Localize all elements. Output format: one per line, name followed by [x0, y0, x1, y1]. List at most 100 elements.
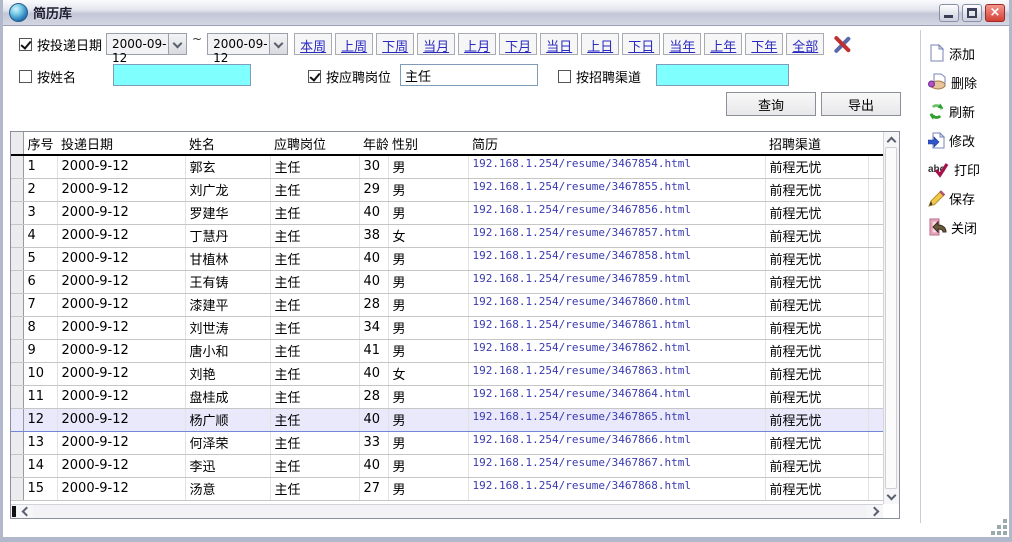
- row-indicator[interactable]: [11, 454, 23, 477]
- chevron-down-icon[interactable]: [168, 34, 186, 54]
- cell-position: 主任: [270, 477, 359, 500]
- table-row[interactable]: 112000-9-12盘桂成主任28男192.168.1.254/resume/…: [11, 385, 883, 408]
- add-button[interactable]: 添加: [928, 42, 1006, 64]
- by-name-checkbox[interactable]: [19, 70, 32, 83]
- row-indicator[interactable]: [11, 408, 23, 431]
- refresh-button[interactable]: 刷新: [928, 100, 1006, 122]
- channel-filter-input[interactable]: [656, 64, 789, 86]
- minimize-button[interactable]: [939, 4, 959, 22]
- quick-date-button-1[interactable]: 本周: [294, 33, 332, 55]
- export-button[interactable]: 导出: [821, 92, 901, 116]
- chevron-down-icon[interactable]: [269, 34, 287, 54]
- resume-link[interactable]: 192.168.1.254/resume/3467857.html: [473, 225, 761, 239]
- table-row[interactable]: 42000-9-12丁慧丹主任38女192.168.1.254/resume/3…: [11, 224, 883, 247]
- row-indicator[interactable]: [11, 201, 23, 224]
- delete-button[interactable]: 删除: [928, 71, 1006, 93]
- scroll-down-button[interactable]: [884, 489, 899, 504]
- resume-link[interactable]: 192.168.1.254/resume/3467863.html: [473, 363, 761, 377]
- resize-grip[interactable]: [1003, 531, 1007, 535]
- resume-link[interactable]: 192.168.1.254/resume/3467859.html: [473, 271, 761, 285]
- quick-date-button-3[interactable]: 下周: [376, 33, 414, 55]
- row-indicator[interactable]: [11, 362, 23, 385]
- table-row[interactable]: 52000-9-12甘植林主任40男192.168.1.254/resume/3…: [11, 247, 883, 270]
- column-header-1[interactable]: 序号: [23, 132, 57, 155]
- table-row[interactable]: 122000-9-12杨广顺主任40男192.168.1.254/resume/…: [11, 408, 883, 431]
- query-button[interactable]: 查询: [726, 92, 816, 116]
- modify-button[interactable]: 修改: [928, 129, 1006, 151]
- resume-link[interactable]: 192.168.1.254/resume/3467856.html: [473, 202, 761, 216]
- column-header-4[interactable]: 应聘岗位: [270, 132, 359, 155]
- table-row[interactable]: 22000-9-12刘广龙主任29男192.168.1.254/resume/3…: [11, 178, 883, 201]
- column-header-3[interactable]: 姓名: [185, 132, 270, 155]
- quick-date-button-10[interactable]: 当年: [663, 33, 701, 55]
- table-row[interactable]: 82000-9-12刘世涛主任34男192.168.1.254/resume/3…: [11, 316, 883, 339]
- quick-date-button-2[interactable]: 上周: [335, 33, 373, 55]
- quick-date-button-13[interactable]: 全部: [786, 33, 824, 55]
- table-row[interactable]: 132000-9-12何泽荣主任33男192.168.1.254/resume/…: [11, 431, 883, 454]
- table-row[interactable]: 102000-9-12刘艳主任40女192.168.1.254/resume/3…: [11, 362, 883, 385]
- table-row[interactable]: 72000-9-12漆建平主任28男192.168.1.254/resume/3…: [11, 293, 883, 316]
- resume-link[interactable]: 192.168.1.254/resume/3467854.html: [473, 156, 761, 170]
- row-indicator[interactable]: [11, 178, 23, 201]
- cell-date: 2000-9-12: [57, 293, 185, 316]
- row-indicator[interactable]: [11, 293, 23, 316]
- resume-link[interactable]: 192.168.1.254/resume/3467858.html: [473, 248, 761, 262]
- quick-date-button-12[interactable]: 下年: [745, 33, 783, 55]
- column-header-2[interactable]: 投递日期: [57, 132, 185, 155]
- horizontal-scrollbar[interactable]: [11, 504, 883, 518]
- table-row[interactable]: 92000-9-12唐小和主任41男192.168.1.254/resume/3…: [11, 339, 883, 362]
- table-row[interactable]: 142000-9-12李迅主任40男192.168.1.254/resume/3…: [11, 454, 883, 477]
- date-tools-icon[interactable]: [832, 35, 852, 54]
- vertical-scrollbar[interactable]: [883, 132, 899, 504]
- row-indicator[interactable]: [11, 316, 23, 339]
- resume-link[interactable]: 192.168.1.254/resume/3467867.html: [473, 455, 761, 469]
- row-indicator[interactable]: [11, 224, 23, 247]
- quick-date-button-9[interactable]: 下日: [622, 33, 660, 55]
- resume-link[interactable]: 192.168.1.254/resume/3467855.html: [473, 179, 761, 193]
- row-indicator[interactable]: [11, 339, 23, 362]
- by-position-checkbox[interactable]: [308, 70, 321, 83]
- save-button[interactable]: 保存: [928, 187, 1006, 209]
- column-header-7[interactable]: 简历: [468, 132, 765, 155]
- date-from-combo[interactable]: 2000-09-12: [106, 33, 187, 55]
- maximize-button[interactable]: [962, 4, 982, 22]
- date-to-combo[interactable]: 2000-09-12: [207, 33, 288, 55]
- resume-link[interactable]: 192.168.1.254/resume/3467860.html: [473, 294, 761, 308]
- vertical-scroll-thumb[interactable]: [885, 147, 897, 489]
- quick-date-button-8[interactable]: 上日: [581, 33, 619, 55]
- row-indicator[interactable]: [11, 270, 23, 293]
- resume-link[interactable]: 192.168.1.254/resume/3467868.html: [473, 478, 761, 492]
- resume-link[interactable]: 192.168.1.254/resume/3467861.html: [473, 317, 761, 331]
- row-indicator[interactable]: [11, 477, 23, 500]
- row-indicator[interactable]: [11, 247, 23, 270]
- name-filter-input[interactable]: [113, 64, 251, 86]
- by-channel-checkbox[interactable]: [558, 70, 571, 83]
- close-window-button[interactable]: ×: [985, 4, 1005, 22]
- table-row[interactable]: 12000-9-12郭玄主任30男192.168.1.254/resume/34…: [11, 155, 883, 178]
- resume-link[interactable]: 192.168.1.254/resume/3467862.html: [473, 340, 761, 354]
- row-indicator[interactable]: [11, 431, 23, 454]
- column-header-8[interactable]: 招聘渠道: [765, 132, 868, 155]
- row-indicator[interactable]: [11, 385, 23, 408]
- table-row[interactable]: 152000-9-12汤意主任27男192.168.1.254/resume/3…: [11, 477, 883, 500]
- resume-link[interactable]: 192.168.1.254/resume/3467864.html: [473, 386, 761, 400]
- scroll-left-button[interactable]: [17, 505, 33, 518]
- row-indicator[interactable]: [11, 155, 23, 178]
- quick-date-button-7[interactable]: 当日: [540, 33, 578, 55]
- quick-date-button-5[interactable]: 上月: [458, 33, 496, 55]
- resume-link[interactable]: 192.168.1.254/resume/3467866.html: [473, 432, 761, 446]
- column-header-6[interactable]: 性别: [388, 132, 468, 155]
- scroll-right-button[interactable]: [867, 505, 883, 518]
- quick-date-button-6[interactable]: 下月: [499, 33, 537, 55]
- column-header-5[interactable]: 年龄: [359, 132, 388, 155]
- table-row[interactable]: 62000-9-12王有铸主任40男192.168.1.254/resume/3…: [11, 270, 883, 293]
- scroll-up-button[interactable]: [884, 132, 899, 147]
- table-row[interactable]: 32000-9-12罗建华主任40男192.168.1.254/resume/3…: [11, 201, 883, 224]
- quick-date-button-11[interactable]: 上年: [704, 33, 742, 55]
- resume-link[interactable]: 192.168.1.254/resume/3467865.html: [473, 409, 761, 423]
- print-button[interactable]: abc打印: [928, 158, 1006, 180]
- close-button[interactable]: 关闭: [928, 216, 1006, 238]
- position-filter-input[interactable]: [400, 64, 538, 86]
- quick-date-button-4[interactable]: 当月: [417, 33, 455, 55]
- by-date-checkbox[interactable]: [19, 38, 32, 51]
